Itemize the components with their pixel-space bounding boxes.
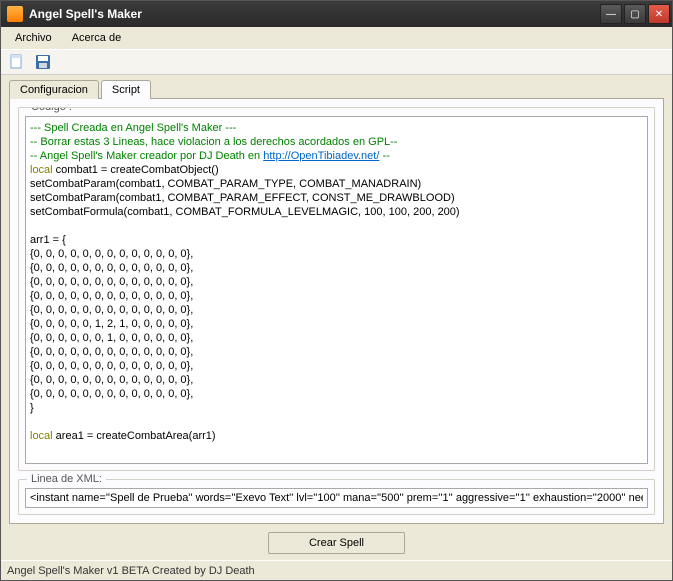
new-file-button[interactable] <box>7 52 27 72</box>
xml-line-input[interactable] <box>25 488 648 508</box>
menu-file[interactable]: Archivo <box>5 30 62 46</box>
group-xml-label: Linea de XML: <box>27 473 106 485</box>
menu-about[interactable]: Acerca de <box>62 30 132 46</box>
content-area: Configuracion Script Codigo : --- Spell … <box>1 75 672 560</box>
statusbar: Angel Spell's Maker v1 BETA Created by D… <box>1 560 672 580</box>
tab-configuracion[interactable]: Configuracion <box>9 80 99 99</box>
window-controls: — ▢ ✕ <box>600 4 670 24</box>
tab-script[interactable]: Script <box>101 80 151 99</box>
group-codigo-label: Codigo : <box>27 107 76 113</box>
maximize-button[interactable]: ▢ <box>624 4 646 24</box>
window-title: Angel Spell's Maker <box>29 7 600 21</box>
tab-strip: Configuracion Script <box>9 80 664 99</box>
button-row: Crear Spell <box>9 524 664 558</box>
group-codigo: Codigo : --- Spell Creada en Angel Spell… <box>18 107 655 471</box>
tab-panel-script: Codigo : --- Spell Creada en Angel Spell… <box>9 98 664 524</box>
code-editor[interactable]: --- Spell Creada en Angel Spell's Maker … <box>25 116 648 464</box>
status-text: Angel Spell's Maker v1 BETA Created by D… <box>7 565 255 577</box>
app-window: Angel Spell's Maker — ▢ ✕ Archivo Acerca… <box>0 0 673 581</box>
save-button[interactable] <box>33 52 53 72</box>
app-icon <box>7 6 23 22</box>
group-xml: Linea de XML: <box>18 479 655 515</box>
save-icon <box>35 54 51 70</box>
new-file-icon <box>9 54 25 70</box>
menubar: Archivo Acerca de <box>1 27 672 49</box>
create-spell-button[interactable]: Crear Spell <box>268 532 405 554</box>
minimize-button[interactable]: — <box>600 4 622 24</box>
close-button[interactable]: ✕ <box>648 4 670 24</box>
toolbar <box>1 49 672 75</box>
titlebar: Angel Spell's Maker — ▢ ✕ <box>1 1 672 27</box>
